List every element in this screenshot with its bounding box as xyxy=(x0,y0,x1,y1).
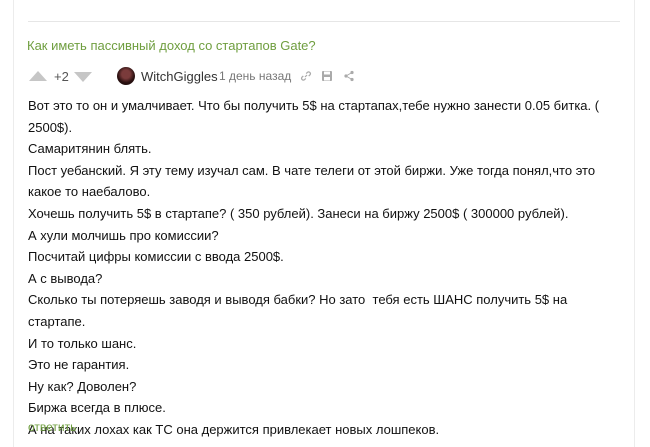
save-icon[interactable] xyxy=(321,70,333,82)
comment-rating: +2 xyxy=(54,69,69,84)
comment-line: А на таких лохах как ТС она держится при… xyxy=(28,421,440,437)
comment-meta: +2 WitchGiggles 1 день назад xyxy=(27,66,627,88)
vote-down-icon[interactable] xyxy=(74,72,92,82)
comment-line: Ну как? Доволен? xyxy=(28,378,137,394)
comment-card: Как иметь пассивный доход со стартапов G… xyxy=(13,0,635,447)
comment-line: Сколько ты потеряешь заводя и выводя баб… xyxy=(28,292,571,329)
comment-line: Пост уебанский. Я эту тему изучал сам. В… xyxy=(28,162,596,178)
comment-timestamp[interactable]: 1 день назад xyxy=(219,69,291,83)
reply-button[interactable]: ответить xyxy=(28,420,76,434)
comment-line: А хули молчишь про комиссии? xyxy=(28,227,219,243)
comment-line: 2500$). xyxy=(28,119,73,135)
comment-body: Вот это то он и умалчивает. Что бы получ… xyxy=(28,95,628,441)
author-username[interactable]: WitchGiggles xyxy=(141,69,218,84)
comment-line: А с вывода? xyxy=(28,270,103,286)
comment-line: Самаритянин блять. xyxy=(28,141,152,157)
link-icon[interactable] xyxy=(300,70,312,82)
comment-line: Это не гарантия. xyxy=(28,357,130,373)
share-icon[interactable] xyxy=(343,70,355,82)
vote-up-icon[interactable] xyxy=(29,71,47,81)
comment-line: Хочешь получить 5$ в стартапе? ( 350 руб… xyxy=(28,205,569,221)
comment-line: Биржа всегда в плюсе. xyxy=(28,400,166,416)
post-title-link[interactable]: Как иметь пассивный доход со стартапов G… xyxy=(27,38,316,53)
divider xyxy=(28,21,620,22)
comment-line: какое то наебалово. xyxy=(28,184,151,200)
comment-line: Посчитай цифры комиссии с ввода 2500$. xyxy=(28,249,284,265)
comment-line: И то только шанс. xyxy=(28,335,137,351)
comment-line: Вот это то он и умалчивает. Что бы получ… xyxy=(28,98,600,113)
avatar[interactable] xyxy=(117,67,135,85)
